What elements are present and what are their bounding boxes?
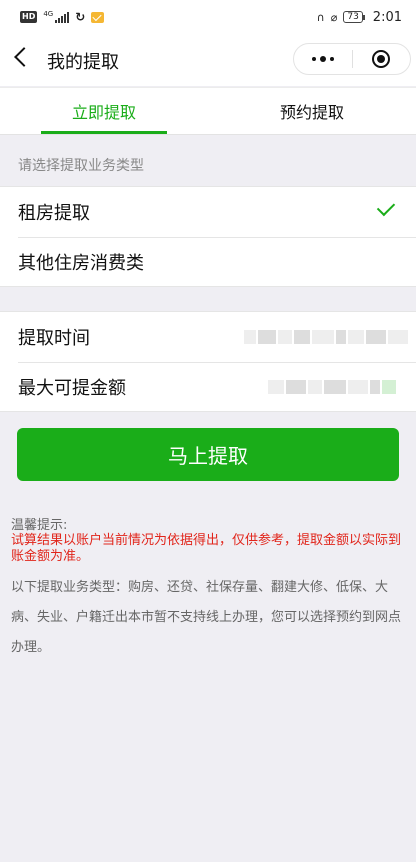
mini-program-capsule — [293, 43, 411, 75]
clock-time: 2:01 — [372, 9, 402, 25]
check-icon — [376, 197, 396, 217]
business-type-option-other[interactable]: 其他住房消费类 — [0, 237, 416, 287]
option-label: 租房提取 — [18, 203, 90, 224]
max-amount-label: 最大可提金额 — [18, 378, 126, 399]
page-title: 我的提取 — [47, 52, 119, 73]
headset-icon: ∩ — [316, 10, 325, 24]
sync-icon: ↻ — [75, 10, 86, 24]
business-type-list: 租房提取 其他住房消费类 — [0, 186, 416, 287]
tips-warning: 试算结果以账户当前情况为依据得出，仅供参考，提取金额以实际到账金额为准。 — [11, 533, 402, 564]
mail-notification-icon — [91, 11, 105, 23]
network-type: 4G — [43, 10, 54, 18]
business-type-option-rent[interactable]: 租房提取 — [0, 187, 416, 237]
withdrawal-time-label: 提取时间 — [18, 328, 90, 349]
status-bar: HD 4G ↻ ∩ ⌀ 73 2:01 — [0, 0, 416, 34]
max-amount-value-redacted — [268, 380, 396, 394]
tab-immediate-withdrawal[interactable]: 立即提取 — [0, 88, 208, 134]
mute-bell-icon: ⌀ — [330, 10, 338, 24]
withdrawal-time-row: 提取时间 — [0, 312, 416, 362]
option-label: 其他住房消费类 — [18, 253, 144, 274]
withdraw-now-button[interactable]: 马上提取 — [17, 428, 399, 481]
max-amount-row: 最大可提金额 — [0, 362, 416, 412]
section-hint: 请选择提取业务类型 — [18, 158, 144, 174]
withdrawal-time-value-redacted — [244, 330, 408, 344]
status-left: HD 4G ↻ — [20, 10, 105, 24]
hd-badge: HD — [20, 11, 38, 23]
battery-icon: 73 — [343, 11, 366, 23]
tips-body: 以下提取业务类型：购房、还贷、社保存量、翻建大修、低保、大病、失业、户籍迁出本市… — [11, 580, 402, 655]
more-dots-icon[interactable] — [294, 44, 352, 74]
withdrawal-info: 提取时间 最大可提金额 — [0, 311, 416, 412]
tab-bar: 立即提取 预约提取 — [0, 87, 416, 135]
tips-title: 温馨提示: — [11, 518, 68, 533]
status-right: ∩ ⌀ 73 2:01 — [317, 10, 402, 25]
tab-scheduled-withdrawal[interactable]: 预约提取 — [208, 88, 416, 134]
nav-bar: 我的提取 — [0, 34, 416, 86]
signal-icon — [55, 11, 70, 23]
back-arrow-icon[interactable] — [14, 47, 34, 67]
active-tab-indicator — [41, 131, 167, 134]
close-target-icon[interactable] — [352, 44, 410, 74]
